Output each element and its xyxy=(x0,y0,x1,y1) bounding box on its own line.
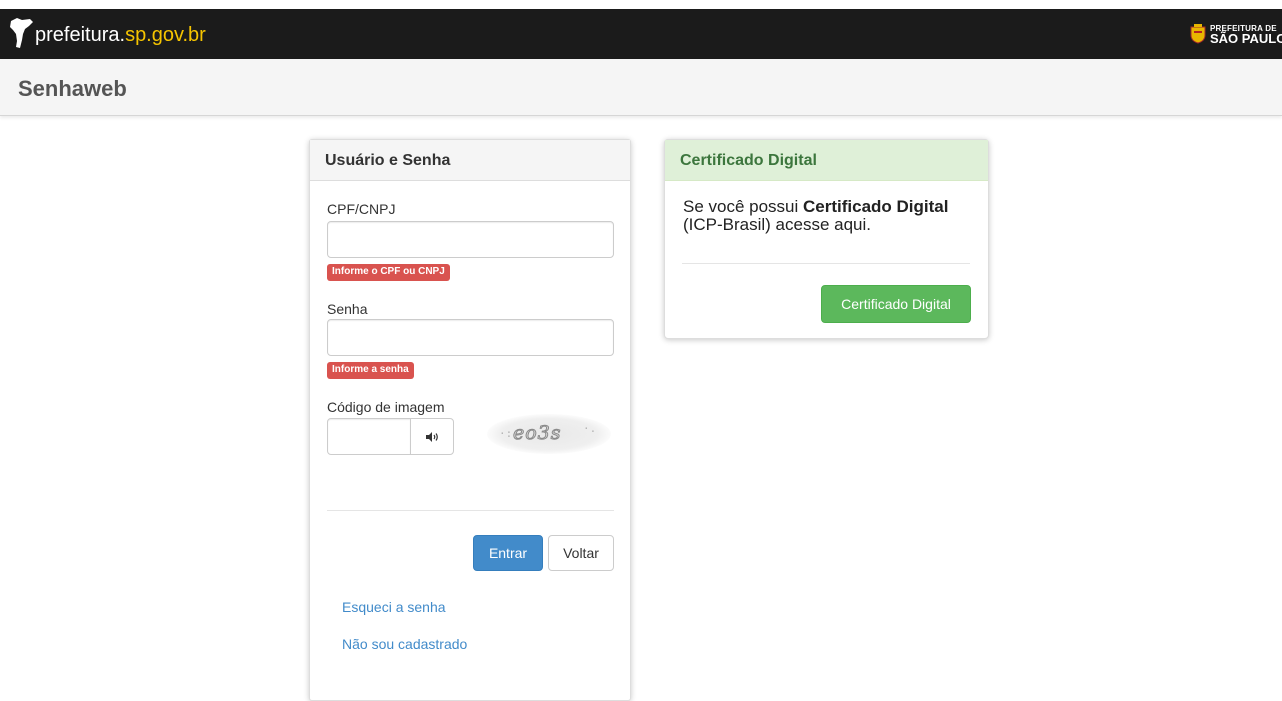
prefeitura-logo: PREFEITURA DE SÃO PAULO xyxy=(1190,21,1282,49)
cert-text-part2: (ICP-Brasil) acesse aqui. xyxy=(683,215,872,234)
sp-map-icon xyxy=(10,18,33,48)
captcha-label: Código de imagem xyxy=(327,399,445,415)
back-button[interactable]: Voltar xyxy=(548,535,614,571)
captcha-audio-button[interactable] xyxy=(410,418,454,455)
brand-line2: SÃO PAULO xyxy=(1210,31,1282,46)
login-panel-title: Usuário e Senha xyxy=(310,140,630,181)
certificate-description: Se você possui Certificado Digital (ICP-… xyxy=(683,198,983,234)
captcha-input[interactable] xyxy=(327,418,411,455)
site-name[interactable]: prefeitura.sp.gov.br xyxy=(35,24,206,47)
captcha-noise: ·: xyxy=(499,427,513,440)
page-header: Senhaweb xyxy=(0,59,1282,116)
speaker-icon xyxy=(425,431,438,442)
password-input[interactable] xyxy=(327,319,614,356)
cpf-error-badge: Informe o CPF ou CNPJ xyxy=(327,264,450,281)
site-name-accent: sp.gov.br xyxy=(125,24,206,46)
form-divider xyxy=(327,510,614,511)
login-panel: Usuário e Senha CPF/CNPJ Informe o CPF o… xyxy=(309,139,631,701)
cert-text-bold: Certificado Digital xyxy=(803,197,949,216)
forgot-password-link[interactable]: Esqueci a senha xyxy=(342,599,446,615)
captcha-text: eo3s xyxy=(513,422,562,445)
certificate-panel: Certificado Digital Se você possui Certi… xyxy=(664,139,989,339)
register-link[interactable]: Não sou cadastrado xyxy=(342,636,467,652)
cpf-label: CPF/CNPJ xyxy=(327,201,396,217)
password-error-badge: Informe a senha xyxy=(327,362,414,379)
cpf-input[interactable] xyxy=(327,221,614,258)
password-label: Senha xyxy=(327,301,368,317)
crest-icon xyxy=(1190,24,1206,44)
site-name-prefix: prefeitura. xyxy=(35,24,126,46)
cert-text-part1: Se você possui xyxy=(683,197,804,216)
cert-divider xyxy=(682,263,970,264)
certificate-panel-title: Certificado Digital xyxy=(665,140,988,181)
certificate-button[interactable]: Certificado Digital xyxy=(821,285,971,323)
captcha-noise: ·. xyxy=(583,422,597,435)
page-title: Senhaweb xyxy=(18,76,127,101)
submit-button[interactable]: Entrar xyxy=(473,535,543,571)
captcha-image: ·: ·. eo3s xyxy=(487,414,611,454)
top-navbar: prefeitura.sp.gov.br PREFEITURA DE SÃO P… xyxy=(0,9,1282,59)
